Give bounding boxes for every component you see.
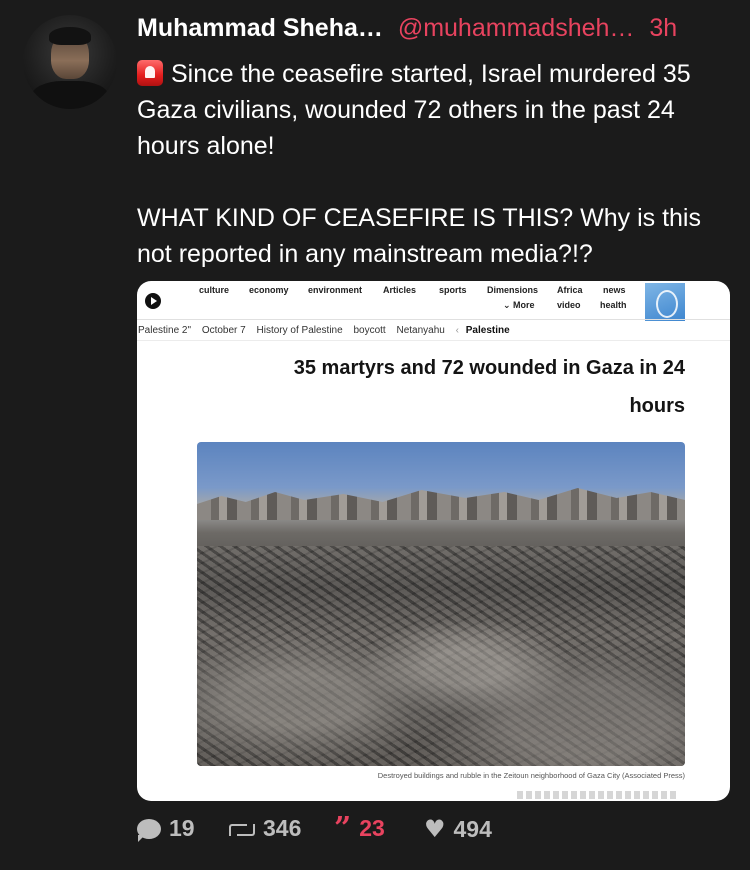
like-count: 494 bbox=[453, 815, 492, 842]
tweet-body: Since the ceasefire started, Israel murd… bbox=[137, 56, 737, 272]
nav-more-label: More bbox=[513, 300, 535, 310]
article-headline: 35 martyrs and 72 wounded in Gaza in 24 … bbox=[217, 349, 685, 425]
author-name[interactable]: Muhammad Sheha… bbox=[137, 14, 383, 42]
headline-line-2: hours bbox=[629, 395, 685, 417]
retweet-button[interactable]: 346 bbox=[229, 815, 301, 842]
retweet-icon bbox=[229, 820, 255, 838]
nav-economy[interactable]: economy bbox=[249, 285, 289, 295]
nav-environment[interactable]: environment bbox=[308, 285, 362, 295]
nav-sports[interactable]: sports bbox=[439, 285, 467, 295]
breadcrumb: Palestine 2" October 7 History of Palest… bbox=[137, 319, 730, 341]
channel-logo-icon[interactable] bbox=[645, 283, 685, 321]
cut-off-text bbox=[517, 791, 677, 799]
quote-count: 23 bbox=[359, 815, 385, 841]
tweet-time[interactable]: 3h bbox=[649, 14, 677, 42]
nav-dimensions[interactable]: Dimensions bbox=[487, 285, 538, 295]
reply-icon bbox=[137, 818, 161, 842]
nav-more[interactable]: ⌄ More bbox=[503, 300, 535, 311]
photo-caption: Destroyed buildings and rubble in the Ze… bbox=[377, 771, 685, 780]
tweet-paragraph-2: WHAT KIND OF CEASEFIRE IS THIS? Why is t… bbox=[137, 204, 701, 268]
heart-icon: ♥ bbox=[424, 815, 446, 843]
breadcrumb-item[interactable]: Palestine 2" bbox=[138, 325, 191, 336]
siren-icon bbox=[137, 60, 163, 86]
play-icon[interactable] bbox=[145, 293, 161, 309]
headline-line-1: 35 martyrs and 72 wounded in Gaza in 24 bbox=[293, 357, 685, 379]
nav-articles[interactable]: Articles bbox=[383, 285, 416, 295]
breadcrumb-item[interactable]: October 7 bbox=[202, 325, 246, 336]
chevron-left-icon: ‹ bbox=[455, 325, 459, 336]
photo-rubble bbox=[197, 546, 685, 766]
quote-icon: ” bbox=[334, 810, 352, 846]
nav-health[interactable]: health bbox=[600, 300, 627, 310]
avatar-shirt bbox=[31, 81, 109, 109]
retweet-count: 346 bbox=[263, 815, 302, 841]
like-button[interactable]: ♥ 494 bbox=[424, 815, 492, 843]
tweet-paragraph-1-text: Since the ceasefire started, Israel murd… bbox=[137, 60, 691, 160]
article-photo bbox=[197, 442, 685, 766]
reply-button[interactable]: 19 bbox=[137, 815, 195, 842]
breadcrumb-item[interactable]: Netanyahu bbox=[396, 325, 444, 336]
embedded-image[interactable]: culture economy environment Articles spo… bbox=[137, 281, 730, 801]
nav-africa[interactable]: Africa bbox=[557, 285, 583, 295]
reply-count: 19 bbox=[169, 815, 195, 841]
nav-culture[interactable]: culture bbox=[199, 285, 229, 295]
tweet: Muhammad Sheha… @muhammadsheh… 3h Since … bbox=[0, 0, 750, 870]
photo-skyline bbox=[197, 488, 685, 520]
action-bar: 19 346 ” 23 ♥ 494 bbox=[137, 810, 737, 849]
breadcrumb-active[interactable]: Palestine bbox=[466, 325, 510, 336]
nav-video[interactable]: video bbox=[557, 300, 581, 310]
breadcrumb-item[interactable]: History of Palestine bbox=[257, 325, 343, 336]
avatar-hair bbox=[49, 27, 91, 45]
author-handle[interactable]: @muhammadsheh… bbox=[398, 14, 635, 42]
avatar[interactable] bbox=[23, 15, 117, 109]
tweet-paragraph-1: Since the ceasefire started, Israel murd… bbox=[137, 56, 737, 164]
breadcrumb-item[interactable]: boycott bbox=[353, 325, 385, 336]
nav-news[interactable]: news bbox=[603, 285, 626, 295]
tweet-header: Muhammad Sheha… @muhammadsheh… 3h bbox=[137, 14, 737, 43]
quote-button[interactable]: ” 23 bbox=[334, 810, 385, 846]
